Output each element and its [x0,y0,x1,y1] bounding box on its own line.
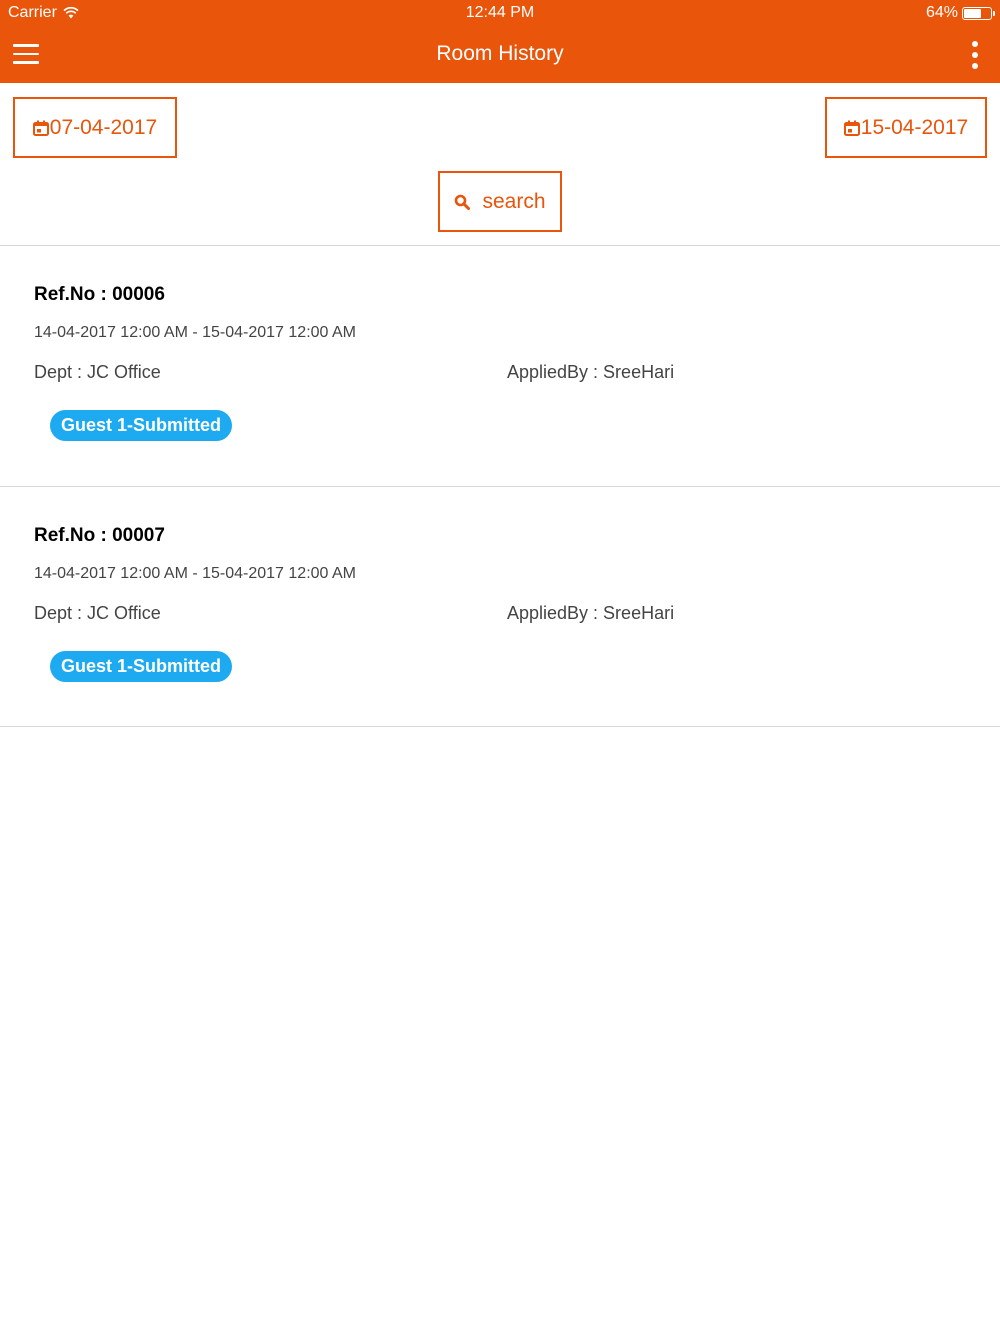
booking-dates: 14-04-2017 12:00 AM - 15-04-2017 12:00 A… [34,324,356,341]
search-icon [455,194,471,210]
applied-by: AppliedBy : SreeHari [507,603,675,623]
calendar-icon [32,120,49,136]
booking-dates: 14-04-2017 12:00 AM - 15-04-2017 12:00 A… [34,565,356,582]
status-badge: Guest 1-Submitted [50,651,233,682]
department: Dept : JC Office [34,603,161,623]
room-history-list: Ref.No : 00006 14-04-2017 12:00 AM - 15-… [0,245,1000,727]
calendar-icon [843,120,860,136]
status-battery: 64% [925,4,995,22]
battery-percent: 64% [925,4,958,21]
battery-icon [962,6,995,20]
app-header: Carrier 12:44 PM 64% Room History [0,0,1000,83]
applied-by: AppliedBy : SreeHari [507,362,675,382]
ref-number: Ref.No : 00006 [34,284,165,305]
list-item[interactable]: Ref.No : 00007 14-04-2017 12:00 AM - 15-… [0,486,1000,727]
from-date-label: 07-04-2017 [49,115,158,139]
status-badge: Guest 1-Submitted [50,410,233,441]
list-item[interactable]: Ref.No : 00006 14-04-2017 12:00 AM - 15-… [0,245,1000,486]
status-time: 12:44 PM [465,4,535,21]
department: Dept : JC Office [34,362,161,382]
search-label: search [482,189,546,213]
from-date-button[interactable]: 07-04-2017 [13,97,177,158]
more-options-icon[interactable] [970,41,980,69]
search-button[interactable]: search [438,171,562,232]
to-date-button[interactable]: 15-04-2017 [825,97,987,158]
to-date-label: 15-04-2017 [860,115,969,139]
page-title: Room History [436,42,564,65]
ref-number: Ref.No : 00007 [34,525,165,546]
